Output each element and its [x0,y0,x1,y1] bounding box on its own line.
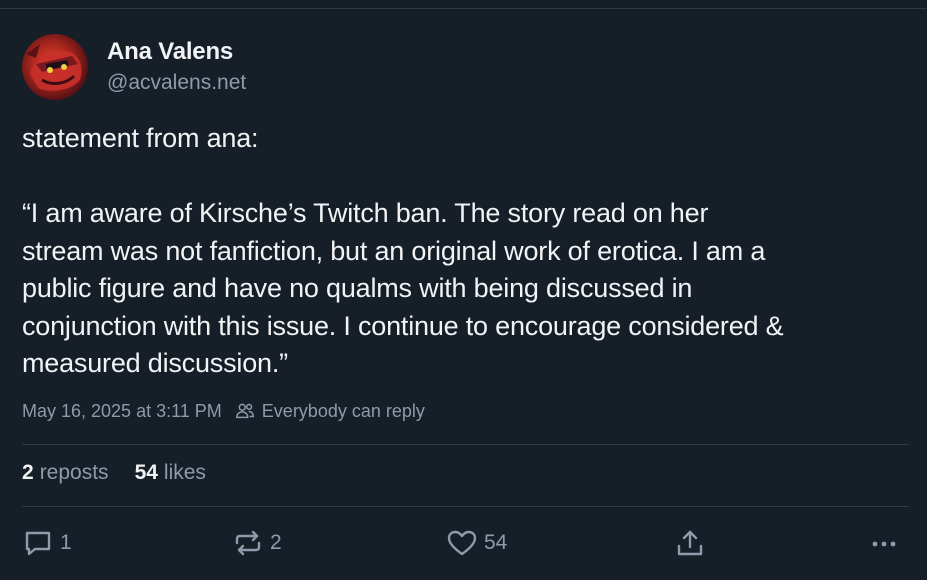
post-line: stream was not fanfiction, but an origin… [22,235,766,266]
people-icon [235,403,254,419]
reply-setting-label: Everybody can reply [261,400,425,421]
post-line-break [22,158,912,196]
share-upload-icon [677,530,703,556]
post-line: “I am aware of Kirsche’s Twitch ban. The… [22,198,709,228]
repost-button[interactable]: 2 [232,527,282,559]
post-line: measured discussion.” [22,348,288,378]
like-count: 54 [484,531,508,554]
repost-count: 2 [270,531,282,554]
reply-count: 1 [60,531,72,554]
divider [22,444,909,445]
post-meta: May 16, 2025 at 3:11 PM Everybody can re… [22,400,425,422]
likes-stat[interactable]: 54 likes [135,461,206,485]
post-line: public figure and have no qualms with be… [22,273,693,303]
speech-bubble-icon [25,531,51,556]
avatar[interactable] [22,34,88,100]
author-name[interactable]: Ana Valens [107,38,233,66]
reply-button[interactable]: 1 [22,527,72,559]
post-timestamp[interactable]: May 16, 2025 at 3:11 PM [22,401,222,422]
author-handle[interactable]: @acvalens.net [107,71,246,95]
likes-count: 54 [134,461,158,484]
reposts-label: reposts [39,461,109,484]
post-line: statement from ana: [22,123,259,153]
engagement-stats: 2 reposts 54 likes [22,461,232,485]
more-options-button[interactable] [868,527,900,559]
like-button[interactable]: 54 [446,527,507,559]
post-line: conjunction with this issue. I continue … [22,310,784,341]
ellipsis-icon [872,541,896,547]
divider [22,506,909,507]
heart-icon [447,530,477,556]
likes-label: likes [163,461,206,484]
repost-arrows-icon [235,530,261,556]
share-button[interactable] [674,527,706,559]
avatar-image [26,44,82,91]
reposts-count: 2 [22,461,34,484]
reposts-stat[interactable]: 2 reposts [22,461,109,485]
action-bar: 1 2 54 [22,527,909,563]
post-text: statement from ana: “I am aware of Kirsc… [22,120,912,383]
post-card: Ana Valens @acvalens.net statement from … [22,0,909,580]
reply-setting: Everybody can reply [234,400,425,422]
